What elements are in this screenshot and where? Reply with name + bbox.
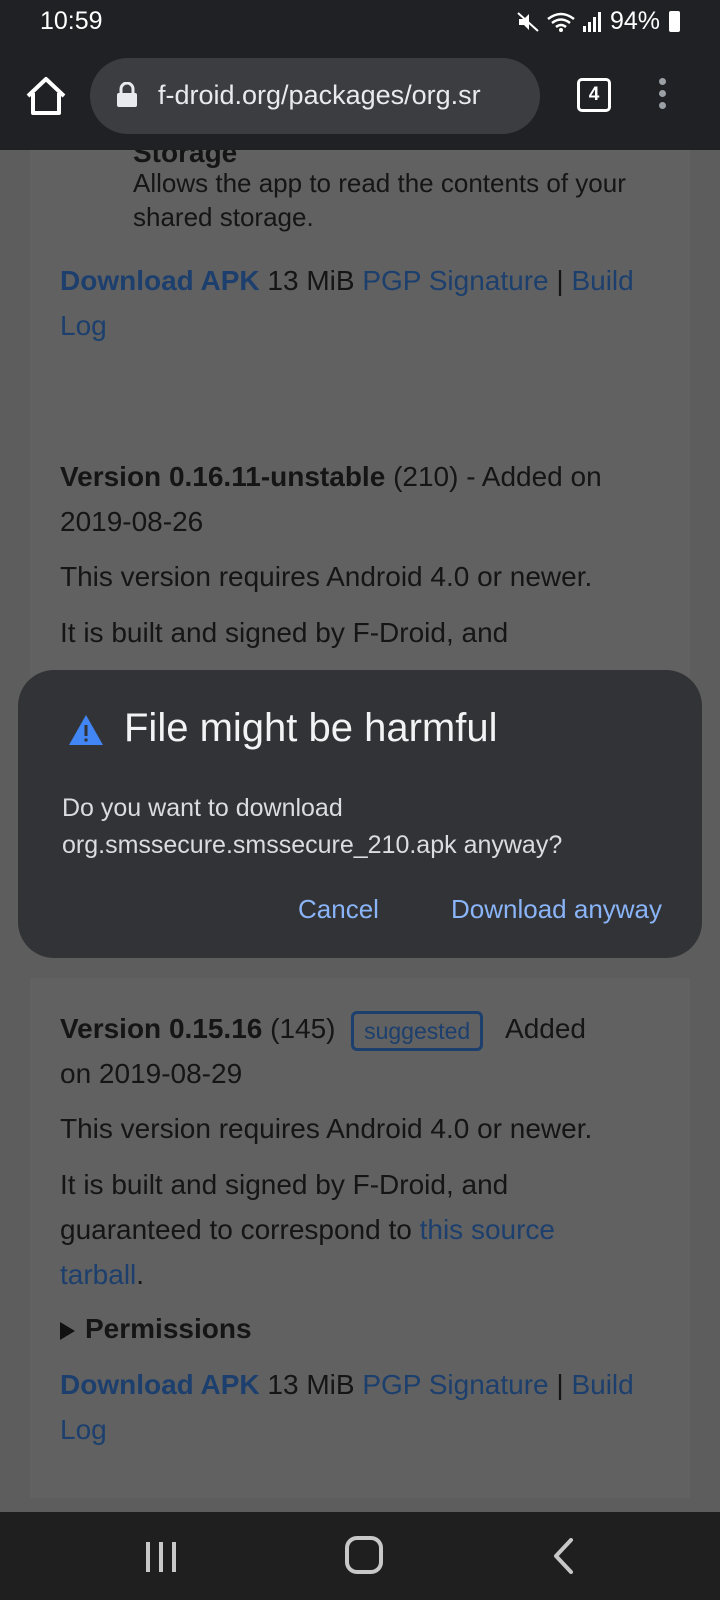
dialog-title: File might be harmful bbox=[124, 706, 498, 750]
status-time: 10:59 bbox=[40, 7, 103, 35]
built-text: It is built and signed by F-Droid, and g… bbox=[60, 1162, 680, 1297]
home-nav-icon[interactable] bbox=[345, 1536, 383, 1574]
cancel-button[interactable]: Cancel bbox=[298, 894, 379, 925]
harmful-file-dialog: File might be harmful Do you want to dow… bbox=[18, 670, 702, 958]
separator: | bbox=[556, 1369, 564, 1400]
home-icon[interactable] bbox=[24, 74, 68, 118]
download-apk-link[interactable]: Download APK bbox=[60, 1369, 260, 1400]
dialog-message: Do you want to download org.smssecure.sm… bbox=[62, 790, 662, 864]
dialog-message-line2: org.smssecure.smssecure_210.apk anyway? bbox=[62, 831, 563, 859]
period: . bbox=[136, 1259, 145, 1290]
added-date: on 2019-08-29 bbox=[60, 1058, 243, 1089]
tab-switcher-button[interactable]: 4 bbox=[577, 78, 611, 112]
separator: | bbox=[556, 265, 564, 296]
wifi-icon bbox=[547, 12, 575, 32]
permission-desc: Allows the app to read the contents of y… bbox=[133, 166, 626, 234]
dialog-message-line1: Do you want to download bbox=[62, 794, 343, 822]
suggested-badge: suggested bbox=[351, 1010, 484, 1051]
mute-icon bbox=[517, 11, 539, 32]
added-date: 2019-08-26 bbox=[60, 506, 204, 537]
lock-icon[interactable] bbox=[116, 82, 138, 108]
built-text: It is built and signed by F-Droid, and bbox=[60, 617, 509, 648]
battery-icon bbox=[669, 11, 680, 32]
requires-text: This version requires Android 4.0 or new… bbox=[60, 561, 593, 592]
status-bar: 10:59 94% bbox=[0, 0, 720, 46]
version-label: Version 0.16.11-unstable bbox=[60, 461, 386, 492]
permissions-label: Permissions bbox=[85, 1313, 252, 1344]
pgp-signature-link[interactable]: PGP Signature bbox=[362, 1369, 548, 1400]
browser-toolbar: f-droid.org/packages/org.sr 4 bbox=[0, 46, 720, 150]
guaranteed-text: guaranteed to correspond to bbox=[60, 1214, 412, 1245]
file-size: 13 MiB bbox=[267, 265, 355, 296]
version-code: (210) bbox=[393, 461, 459, 492]
url-bar[interactable]: f-droid.org/packages/org.sr bbox=[90, 58, 540, 134]
requires-text: This version requires Android 4.0 or new… bbox=[60, 1113, 593, 1144]
recent-apps-icon[interactable] bbox=[146, 1542, 176, 1572]
permission-desc-line1: Allows the app to read the contents of y… bbox=[133, 168, 626, 198]
download-row: Download APK 13 MiB PGP Signature | Buil… bbox=[60, 258, 670, 348]
permissions-toggle[interactable]: Permissions bbox=[60, 1306, 252, 1351]
url-text[interactable]: f-droid.org/packages/org.sr bbox=[158, 80, 528, 111]
added-label: Added bbox=[505, 1013, 586, 1044]
download-apk-link[interactable]: Download APK bbox=[60, 265, 260, 296]
built-line: It is built and signed by F-Droid, and bbox=[60, 1169, 509, 1200]
overflow-menu-icon[interactable] bbox=[656, 78, 668, 114]
warning-icon bbox=[69, 715, 103, 745]
permission-desc-line2: shared storage. bbox=[133, 202, 314, 232]
pgp-signature-link[interactable]: PGP Signature bbox=[362, 265, 548, 296]
file-size: 13 MiB bbox=[267, 1369, 355, 1400]
version-label: Version 0.15.16 bbox=[60, 1013, 263, 1044]
download-row: Download APK 13 MiB PGP Signature | Buil… bbox=[60, 1362, 670, 1452]
download-anyway-button[interactable]: Download anyway bbox=[451, 894, 662, 925]
status-icons: 94% bbox=[516, 7, 680, 36]
signal-icon bbox=[582, 11, 601, 32]
version-card-stable: Version 0.15.16 (145) suggested Added on… bbox=[30, 978, 690, 1498]
version-header: Version 0.16.11-unstable (210) - Added o… bbox=[60, 454, 670, 544]
version-header: Version 0.15.16 (145) suggested Added on… bbox=[60, 1006, 680, 1096]
expand-triangle-icon bbox=[60, 1321, 75, 1340]
system-nav-bar bbox=[0, 1512, 720, 1600]
version-code: (145) bbox=[270, 1013, 336, 1044]
back-icon[interactable] bbox=[552, 1538, 574, 1574]
added-on-label: - Added on bbox=[466, 461, 602, 492]
battery-percent: 94% bbox=[609, 7, 660, 35]
